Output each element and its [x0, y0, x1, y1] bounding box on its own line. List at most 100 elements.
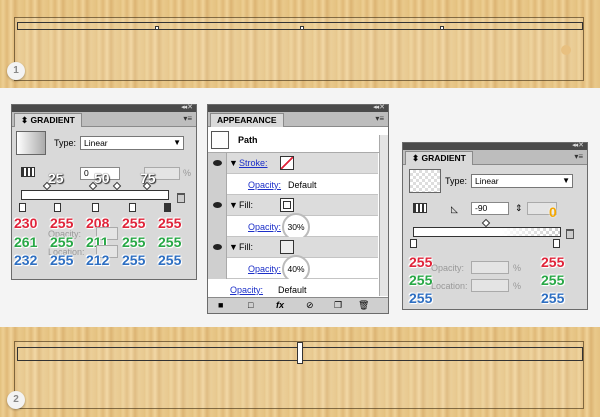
- eye-icon[interactable]: [208, 258, 227, 279]
- aspect-ratio-icon: ⇕: [515, 203, 523, 213]
- stop-blue-value: 255: [122, 252, 146, 268]
- expand-triangle-icon[interactable]: ▼: [229, 242, 238, 252]
- gradient-slider[interactable]: [413, 227, 561, 237]
- fill-swatch-icon[interactable]: [280, 240, 294, 254]
- type-label: Type:: [54, 138, 77, 148]
- fill-label: Fill:: [239, 242, 253, 252]
- gradient-swatch[interactable]: [409, 169, 441, 193]
- color-stop[interactable]: [553, 239, 560, 248]
- clear-icon[interactable]: ⊘: [306, 300, 314, 311]
- appearance-toolbar: ■ □ fx ⊘ ❐ 🗑: [208, 297, 388, 313]
- stop-red-value: 255: [158, 215, 182, 231]
- location-callout-50: 50: [94, 170, 110, 186]
- type-label: Type:: [445, 176, 468, 186]
- color-stop[interactable]: [129, 203, 136, 212]
- step-number-badge: 1: [7, 62, 25, 80]
- color-stop[interactable]: [92, 203, 99, 212]
- fill-opacity-row-2[interactable]: Opacity: 40%: [208, 255, 378, 283]
- fill-opacity-row-1[interactable]: Opacity: 30%: [208, 213, 378, 241]
- opacity-field[interactable]: [471, 261, 509, 274]
- reverse-gradient-icon[interactable]: [21, 167, 35, 177]
- step-number-badge: 2: [7, 391, 25, 409]
- selected-anchor-handle[interactable]: [297, 342, 303, 364]
- tab-gradient[interactable]: ⬍ GRADIENT: [405, 151, 473, 165]
- left-stop-green-value: 255: [409, 272, 433, 288]
- tab-gradient[interactable]: ⬍ GRADIENT: [14, 113, 82, 127]
- color-stop[interactable]: [54, 203, 61, 212]
- type-select[interactable]: Linear ▼: [80, 136, 184, 150]
- stop-blue-value: 232: [14, 252, 38, 268]
- eye-icon[interactable]: [208, 216, 227, 237]
- no-stroke-swatch-icon[interactable]: [280, 156, 294, 170]
- path-thumbnail: [211, 131, 229, 149]
- color-stop-selected[interactable]: [164, 203, 171, 212]
- fill-label: Fill:: [239, 200, 253, 210]
- wood-canvas-step-2: 2: [0, 327, 600, 417]
- scrollbar[interactable]: [379, 135, 388, 296]
- right-stop-blue-value: 255: [541, 290, 565, 306]
- opacity-label: Opacity:: [431, 263, 465, 273]
- opacity-link[interactable]: Opacity:: [230, 285, 263, 295]
- gradient-panel-left: ◂◂ ✕ ⬍ GRADIENT ▾≡ Type: Linear ▼ 0 % 25 …: [11, 104, 197, 280]
- left-stop-blue-value: 255: [409, 290, 433, 306]
- midpoint-diamond[interactable]: [112, 181, 122, 191]
- opacity-link[interactable]: Opacity:: [248, 222, 281, 232]
- right-stop-green-value: 255: [541, 272, 565, 288]
- anchor-point[interactable]: [155, 26, 159, 30]
- stop-green-value: 255: [158, 234, 182, 250]
- opacity-value: Default: [288, 180, 317, 190]
- expand-triangle-icon[interactable]: ▼: [229, 200, 238, 210]
- path-row[interactable]: Path: [208, 127, 380, 153]
- color-stop[interactable]: [19, 203, 26, 212]
- type-select[interactable]: Linear ▼: [471, 174, 573, 188]
- eye-icon[interactable]: [208, 153, 227, 174]
- stop-blue-value: 255: [158, 252, 182, 268]
- opacity-value: Default: [278, 285, 307, 295]
- panel-menu-icon[interactable]: ▾≡: [183, 114, 192, 123]
- location-label: Location:: [431, 281, 468, 291]
- stroke-link[interactable]: Stroke:: [239, 158, 268, 168]
- anchor-point[interactable]: [440, 26, 444, 30]
- gradient-slider[interactable]: [21, 190, 169, 200]
- stroke-opacity-row[interactable]: Opacity: Default: [208, 174, 378, 195]
- panel-menu-icon[interactable]: ▾≡: [375, 114, 384, 123]
- gradient-panel-right: ◂◂ ✕ ⬍ GRADIENT ▾≡ Type: Linear ▼ ◺ -90 ⇕…: [402, 142, 588, 310]
- angle-field[interactable]: -90: [471, 202, 509, 215]
- percent-label: %: [513, 281, 522, 291]
- eye-icon[interactable]: [208, 174, 227, 195]
- stop-red-value: 255: [122, 215, 146, 231]
- eye-icon[interactable]: [208, 195, 227, 216]
- trash-icon[interactable]: [566, 229, 574, 239]
- expand-triangle-icon[interactable]: ▼: [229, 158, 238, 168]
- eye-icon[interactable]: [208, 237, 227, 258]
- stop-green-value: 255: [122, 234, 146, 250]
- duplicate-icon[interactable]: ❐: [334, 300, 342, 311]
- path-label: Path: [238, 135, 258, 145]
- color-stop[interactable]: [410, 239, 417, 248]
- trash-icon[interactable]: [177, 193, 185, 203]
- stop-blue-value: 255: [50, 252, 74, 268]
- trash-icon[interactable]: 🗑: [358, 300, 369, 311]
- location-field[interactable]: [471, 279, 509, 292]
- anchor-point[interactable]: [300, 26, 304, 30]
- percent-label: %: [513, 263, 522, 273]
- stop-green-value: 261: [14, 234, 38, 250]
- collapse-icon[interactable]: ◂◂ ✕: [373, 103, 385, 111]
- midpoint-diamond[interactable]: [481, 218, 491, 228]
- add-stroke-icon[interactable]: □: [248, 300, 253, 310]
- highlight-dot: [561, 45, 571, 55]
- panel-menu-icon[interactable]: ▾≡: [574, 152, 583, 161]
- gradient-swatch[interactable]: [16, 131, 46, 155]
- tab-appearance[interactable]: APPEARANCE: [210, 113, 284, 127]
- collapse-icon[interactable]: ◂◂ ✕: [181, 103, 193, 111]
- fill-swatch-icon[interactable]: [280, 198, 294, 212]
- collapse-icon[interactable]: ◂◂ ✕: [572, 141, 584, 149]
- stroke-row[interactable]: ▼ Stroke:: [208, 153, 378, 174]
- fx-icon[interactable]: fx: [276, 300, 284, 310]
- angle-icon: ◺: [451, 204, 458, 214]
- opacity-link[interactable]: Opacity:: [248, 180, 281, 190]
- new-art-icon[interactable]: ■: [218, 300, 223, 310]
- opacity-link[interactable]: Opacity:: [248, 264, 281, 274]
- reverse-gradient-icon[interactable]: [413, 203, 427, 213]
- location-callout-25: 25: [48, 170, 64, 186]
